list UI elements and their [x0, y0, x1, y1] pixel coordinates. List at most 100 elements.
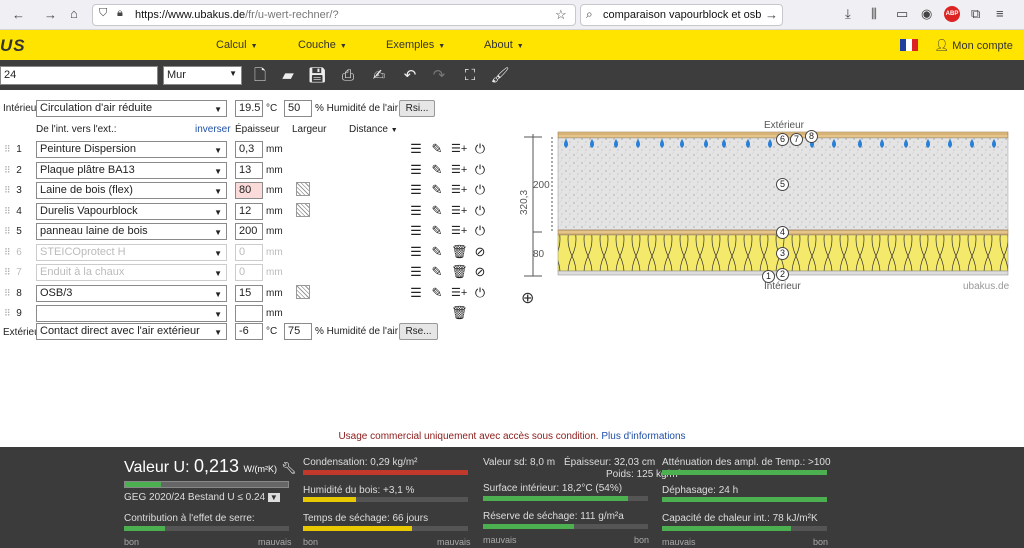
layer-marker-2[interactable]: 2: [776, 268, 789, 281]
power-toggle-icon[interactable]: ⏻: [472, 203, 488, 219]
layer-thickness-input[interactable]: 13: [235, 162, 263, 179]
flag-fr-icon[interactable]: [900, 39, 918, 51]
layer-marker-5[interactable]: 5: [776, 178, 789, 191]
add-layer-icon[interactable]: ☰+: [451, 182, 467, 198]
drag-handle[interactable]: ⠿: [4, 267, 11, 278]
nav-about[interactable]: About ▼: [484, 39, 524, 51]
layer-marker-8[interactable]: 8: [805, 130, 818, 143]
layer-material-select[interactable]: OSB/3: [36, 285, 227, 302]
layer-menu-icon[interactable]: ☰: [408, 244, 424, 260]
drag-handle[interactable]: ⠿: [4, 288, 11, 299]
power-toggle-icon[interactable]: ⏻: [472, 141, 488, 157]
layer-thickness-input[interactable]: 0: [235, 244, 263, 261]
add-layer-icon[interactable]: ☰+: [451, 141, 467, 157]
download-icon[interactable]: ⤓: [845, 7, 851, 20]
layer-marker-3[interactable]: 3: [776, 247, 789, 260]
drag-handle[interactable]: ⠿: [4, 185, 11, 196]
library-icon[interactable]: ⫼: [871, 7, 877, 20]
pdf-icon[interactable]: ⎙: [338, 66, 358, 85]
interior-humidity-input[interactable]: 50: [284, 100, 312, 117]
adblock-icon[interactable]: ABP: [944, 6, 960, 22]
interior-temp-input[interactable]: 19.5: [235, 100, 263, 117]
edit-pencil-icon[interactable]: ✎: [429, 223, 445, 239]
power-toggle-icon[interactable]: ⏻: [472, 162, 488, 178]
layer-menu-icon[interactable]: ☰: [408, 162, 424, 178]
search-bar[interactable]: ⌕ comparaison vapourblock et osb →: [580, 4, 783, 26]
new-file-icon[interactable]: 🗋︎: [250, 66, 270, 85]
open-folder-icon[interactable]: ▰: [278, 66, 298, 85]
edit-sign-icon[interactable]: ✍︎: [369, 66, 389, 85]
account-link[interactable]: 👤︎ Mon compte: [934, 38, 1013, 52]
more-info-link[interactable]: Plus d'informations: [601, 431, 685, 442]
distance-header[interactable]: Distance ▼: [349, 124, 398, 135]
sidebar-icon[interactable]: ▭: [896, 7, 908, 20]
edit-pencil-icon[interactable]: ✎: [429, 182, 445, 198]
edit-pencil-icon[interactable]: ✎: [429, 264, 445, 280]
layer-marker-7[interactable]: 7: [790, 133, 803, 146]
bookmark-star-icon[interactable]: ☆: [555, 8, 567, 21]
forward-icon[interactable]: →: [44, 8, 57, 21]
layer-marker-4[interactable]: 4: [776, 226, 789, 239]
rsi-button[interactable]: Rsi...: [399, 100, 435, 117]
url-bar[interactable]: ⛉ 🔒︎ https://www.ubakus.de/fr/u-wert-rec…: [92, 4, 576, 26]
exterior-humidity-input[interactable]: 75: [284, 323, 312, 340]
delete-trash-icon[interactable]: 🗑︎: [451, 244, 468, 260]
drag-handle[interactable]: ⠿: [4, 308, 11, 319]
clear-brush-icon[interactable]: 🖌︎: [490, 66, 510, 85]
interior-condition-select[interactable]: Circulation d'air réduite: [36, 100, 227, 117]
disabled-circle-icon[interactable]: ⊘: [472, 244, 488, 260]
layer-menu-icon[interactable]: ☰: [408, 223, 424, 239]
add-layer-icon[interactable]: ☰+: [451, 162, 467, 178]
power-toggle-icon[interactable]: ⏻: [472, 285, 488, 301]
disabled-circle-icon[interactable]: ⊘: [472, 264, 488, 280]
zoom-in-icon[interactable]: ⊕: [521, 288, 534, 308]
drag-handle[interactable]: ⠿: [4, 206, 11, 217]
layer-menu-icon[interactable]: ☰: [408, 285, 424, 301]
edit-pencil-icon[interactable]: ✎: [429, 203, 445, 219]
layer-menu-icon[interactable]: ☰: [408, 182, 424, 198]
layer-thickness-input[interactable]: 0: [235, 264, 263, 281]
logo[interactable]: US: [0, 36, 26, 56]
edit-pencil-icon[interactable]: ✎: [429, 141, 445, 157]
layer-menu-icon[interactable]: ☰: [408, 203, 424, 219]
undo-icon[interactable]: ↶: [400, 66, 420, 85]
edit-pencil-icon[interactable]: ✎: [429, 285, 445, 301]
wrench-icon[interactable]: 🔧︎: [281, 461, 296, 475]
menu-icon[interactable]: ≡: [996, 7, 1004, 20]
layer-material-select[interactable]: Peinture Dispersion: [36, 141, 227, 158]
structure-pattern-icon[interactable]: [296, 285, 310, 299]
layer-menu-icon[interactable]: ☰: [408, 141, 424, 157]
power-toggle-icon[interactable]: ⏻: [472, 223, 488, 239]
layer-thickness-input[interactable]: 200: [235, 223, 263, 240]
layer-material-select[interactable]: Durelis Vapourblock: [36, 203, 227, 220]
layer-thickness-input[interactable]: 15: [235, 285, 263, 302]
account-icon[interactable]: ◉: [921, 7, 932, 20]
go-arrow-icon[interactable]: →: [765, 8, 778, 21]
power-toggle-icon[interactable]: ⏻: [472, 182, 488, 198]
drag-handle[interactable]: ⠿: [4, 226, 11, 237]
nav-exemples[interactable]: Exemples ▼: [386, 39, 445, 51]
drag-handle[interactable]: ⠿: [4, 165, 11, 176]
layer-thickness-input[interactable]: [235, 305, 263, 322]
drag-handle[interactable]: ⠿: [4, 247, 11, 258]
delete-trash-icon[interactable]: 🗑︎: [451, 264, 468, 280]
add-layer-icon[interactable]: ☰+: [451, 285, 467, 301]
nav-couche[interactable]: Couche ▼: [298, 39, 347, 51]
geg-dropdown-icon[interactable]: ▼: [267, 493, 280, 502]
layer-marker-1[interactable]: 1: [762, 270, 775, 283]
layer-menu-icon[interactable]: ☰: [408, 264, 424, 280]
layer-material-select[interactable]: panneau laine de bois: [36, 223, 227, 240]
layer-thickness-input[interactable]: 12: [235, 203, 263, 220]
nav-calcul[interactable]: Calcul ▼: [216, 39, 258, 51]
edit-pencil-icon[interactable]: ✎: [429, 244, 445, 260]
exterior-temp-input[interactable]: -6: [235, 323, 263, 340]
structure-pattern-icon[interactable]: [296, 203, 310, 217]
home-icon[interactable]: ⌂: [70, 7, 78, 20]
exterior-condition-select[interactable]: Contact direct avec l'air extérieur: [36, 323, 227, 340]
rse-button[interactable]: Rse...: [399, 323, 438, 340]
structure-pattern-icon[interactable]: [296, 182, 310, 196]
add-layer-icon[interactable]: ☰+: [451, 223, 467, 239]
add-layer-icon[interactable]: ☰+: [451, 203, 467, 219]
layer-material-select[interactable]: Plaque plâtre BA13: [36, 162, 227, 179]
extensions-icon[interactable]: ⧉: [971, 7, 980, 20]
